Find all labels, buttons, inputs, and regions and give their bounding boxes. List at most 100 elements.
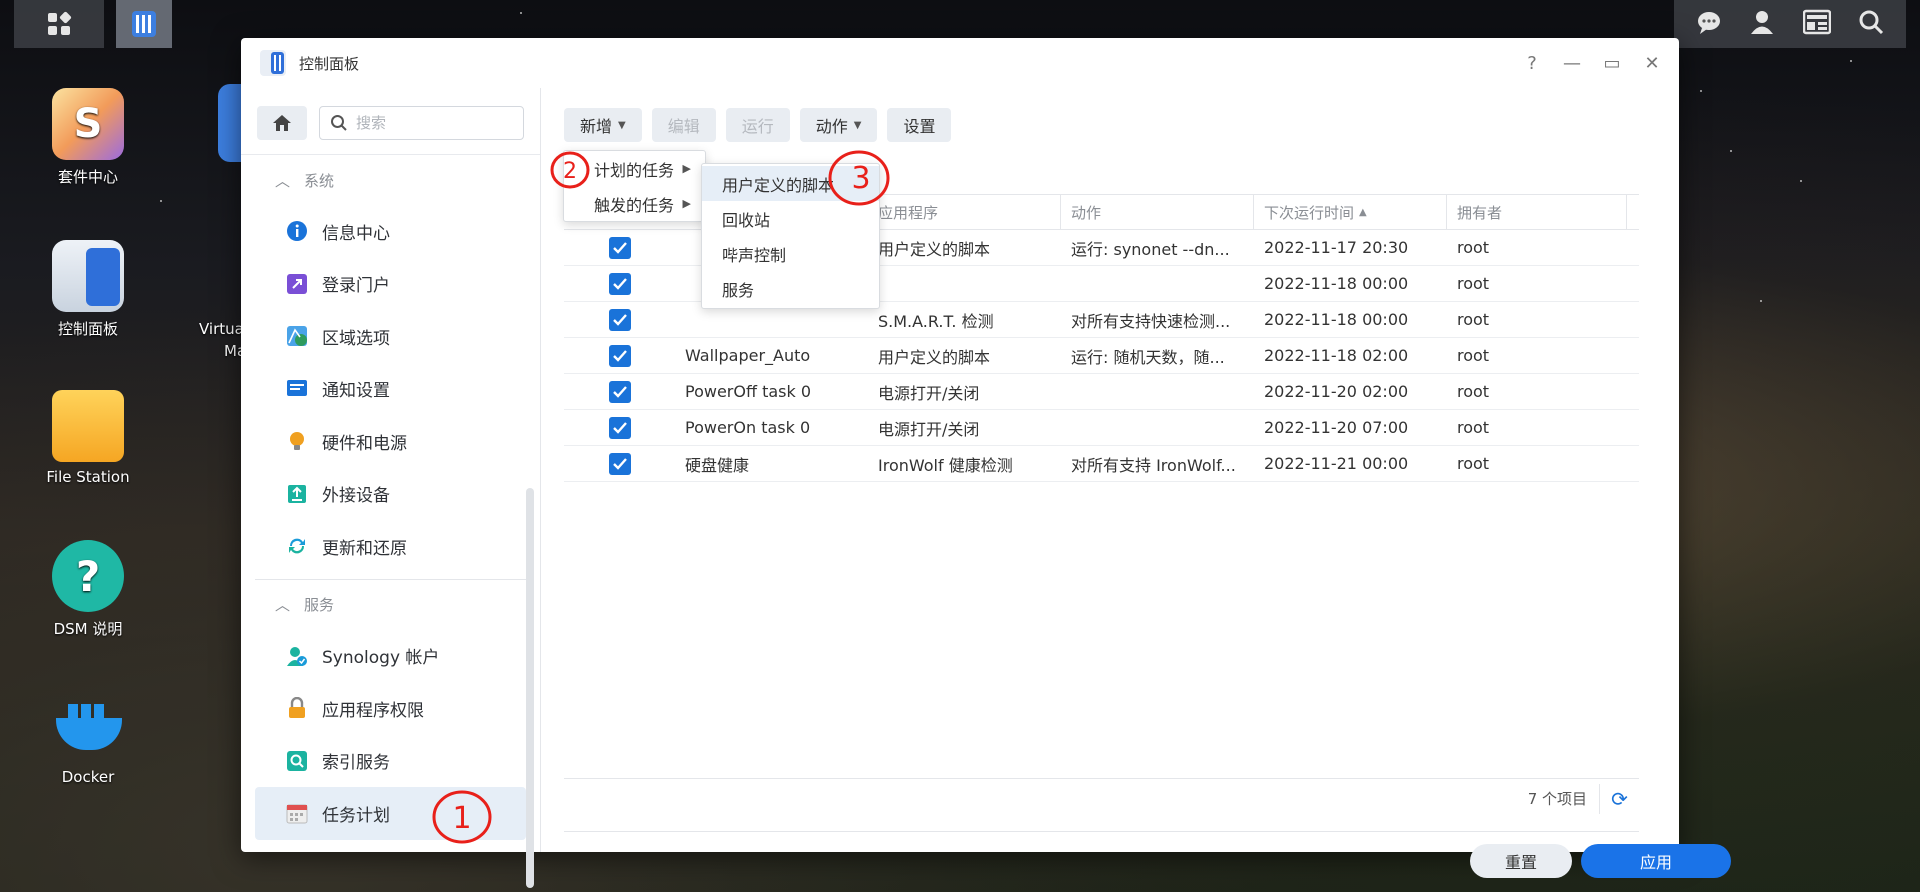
checkbox[interactable] [608, 344, 631, 367]
table-row[interactable]: 硬盘健康 IronWolf 健康检测 对所有支持 IronWolf... 2022-1… [564, 446, 1639, 482]
sidebar-item-index[interactable]: 索引服务 [255, 735, 526, 788]
sidebar-item-region[interactable]: 区域选项 [255, 310, 526, 363]
search-input[interactable] [356, 114, 506, 132]
column-header-app[interactable]: 应用程序 [868, 195, 1061, 229]
checkmark-icon [612, 457, 627, 470]
checkbox[interactable] [608, 236, 631, 259]
submenu-item-beep-control[interactable]: 哔声控制 [702, 236, 879, 271]
enable-checkbox-cell [564, 416, 675, 439]
next-run-cell: 2022-11-20 02:00 [1264, 382, 1409, 401]
sidebar-item-label: 硬件和电源 [322, 433, 407, 454]
calendar-icon [284, 800, 310, 826]
sidebar-item-external-device[interactable]: 外接设备 [255, 468, 526, 521]
sidebar-item-bulb[interactable]: 硬件和电源 [255, 415, 526, 468]
reset-button[interactable]: 重置 [1470, 844, 1572, 878]
add-label: 新增 [580, 117, 613, 136]
sidebar-item-update[interactable]: 更新和还原 [255, 520, 526, 573]
owner-cell: root [1457, 346, 1490, 365]
sidebar-item-info[interactable]: 信息中心 [255, 205, 526, 258]
search-icon[interactable] [1858, 9, 1884, 40]
checkbox[interactable] [608, 416, 631, 439]
checkmark-icon [612, 349, 627, 362]
settings-button[interactable]: 设置 [887, 108, 952, 142]
section-header-system[interactable]: ︿ 系统 [241, 155, 540, 205]
column-header-label: 下次运行时间 [1264, 203, 1355, 222]
submenu-item-service[interactable]: 服务 [702, 271, 879, 306]
enable-checkbox-cell [564, 380, 675, 403]
sidebar-item-notification[interactable]: 通知设置 [255, 363, 526, 416]
checkbox[interactable] [608, 272, 631, 295]
run-button[interactable]: 运行 [725, 108, 790, 142]
column-header-next-run[interactable]: 下次运行时间 ▲ [1254, 195, 1447, 229]
minimize-button[interactable]: — [1563, 53, 1581, 74]
action-cell: 对所有支持快速检测... [1071, 311, 1231, 331]
search-box[interactable] [319, 106, 524, 140]
table-row[interactable]: PowerOn task 0 电源打开/关闭 2022-11-20 07:00 roo… [564, 410, 1639, 446]
region-icon [284, 323, 310, 349]
desktop-icon-package-center[interactable]: S 套件中心 [38, 88, 138, 187]
action-button[interactable]: 动作 ▼ [799, 108, 878, 142]
app-cell: IronWolf 健康检测 [878, 455, 1013, 475]
section-header-services[interactable]: ︿ 服务 [241, 580, 540, 630]
add-button[interactable]: 新增 ▼ [564, 108, 642, 142]
task-name-cell: Wallpaper_Auto [685, 346, 811, 365]
folder-icon [52, 390, 124, 462]
section-label: 系统 [304, 171, 335, 190]
next-run-cell: 2022-11-20 07:00 [1264, 418, 1409, 437]
sidebar-item-account[interactable]: Synology 帐户 [255, 630, 526, 683]
checkbox[interactable] [608, 380, 631, 403]
submenu-item-user-script[interactable]: 用户定义的脚本 [702, 166, 879, 201]
task-name-cell: PowerOff task 0 [685, 382, 812, 401]
close-button[interactable]: ✕ [1643, 53, 1661, 74]
desktop-icon-label: 控制面板 [57, 320, 118, 338]
user-icon[interactable] [1749, 9, 1775, 40]
checkmark-icon [612, 385, 627, 398]
column-header-owner[interactable]: 拥有者 [1447, 195, 1627, 229]
app-cell: 电源打开/关闭 [878, 383, 980, 403]
checkbox[interactable] [608, 308, 631, 331]
next-run-cell: 2022-11-18 00:00 [1264, 274, 1409, 293]
sidebar-item-calendar[interactable]: 任务计划 [255, 787, 526, 840]
chat-icon[interactable] [1696, 9, 1722, 40]
help-button[interactable]: ? [1523, 53, 1541, 74]
control-panel-taskbar-button[interactable] [116, 0, 172, 48]
sidebar: ︿ 系统 信息中心登录门户区域选项通知设置硬件和电源外接设备更新和还原 ︿ 服务… [241, 88, 541, 888]
chevron-up-icon: ︿ [275, 596, 291, 614]
task-name-cell: 硬盘健康 [685, 455, 750, 475]
menu-item-scheduled-task[interactable]: 计划的任务 ▶ [564, 151, 705, 186]
owner-cell: root [1457, 238, 1490, 257]
submenu-item-recycle-bin[interactable]: 回收站 [702, 201, 879, 236]
apply-button[interactable]: 应用 [1581, 844, 1731, 878]
sidebar-item-lock[interactable]: 应用程序权限 [255, 682, 526, 735]
maximize-button[interactable]: ▭ [1603, 53, 1621, 74]
table-row[interactable]: PowerOff task 0 电源打开/关闭 2022-11-20 02:00 ro… [564, 374, 1639, 410]
settings-label: 设置 [903, 117, 936, 136]
partial-desktop-label: Virtua [199, 320, 244, 338]
external-device-icon [284, 481, 310, 507]
desktop-icon-label: DSM 说明 [53, 620, 123, 638]
refresh-icon[interactable]: ⟳ [1599, 783, 1639, 814]
home-button[interactable] [257, 106, 307, 140]
column-header-action[interactable]: 动作 [1061, 195, 1254, 229]
checkbox[interactable] [608, 452, 631, 475]
app-cell: S.M.A.R.T. 检测 [878, 311, 994, 331]
owner-cell: root [1457, 382, 1490, 401]
widgets-icon[interactable] [1802, 9, 1831, 40]
taskbar-right [1674, 0, 1906, 48]
desktop-icon-control-panel[interactable]: 控制面板 [38, 240, 138, 339]
sidebar-scrollbar[interactable] [526, 488, 534, 888]
next-run-cell: 2022-11-18 00:00 [1264, 310, 1409, 329]
desktop-icon-file-station[interactable]: File Station [38, 390, 138, 486]
control-panel-icon [52, 240, 124, 312]
sidebar-item-login-portal[interactable]: 登录门户 [255, 258, 526, 311]
table-row[interactable]: Wallpaper_Auto 用户定义的脚本 运行: 随机天数，随... 2022-1… [564, 338, 1639, 374]
window-titlebar[interactable]: 控制面板 ? — ▭ ✕ [241, 38, 1679, 88]
menu-item-triggered-task[interactable]: 触发的任务 ▶ [564, 186, 705, 221]
edit-button[interactable]: 编辑 [651, 108, 716, 142]
desktop-icon-dsm-help[interactable]: ? DSM 说明 [38, 540, 138, 639]
checkmark-icon [612, 277, 627, 290]
desktop-icon-docker[interactable]: Docker [38, 690, 138, 786]
main-menu-button[interactable] [14, 0, 104, 48]
app-cell: 用户定义的脚本 [878, 239, 991, 259]
owner-cell: root [1457, 454, 1490, 473]
